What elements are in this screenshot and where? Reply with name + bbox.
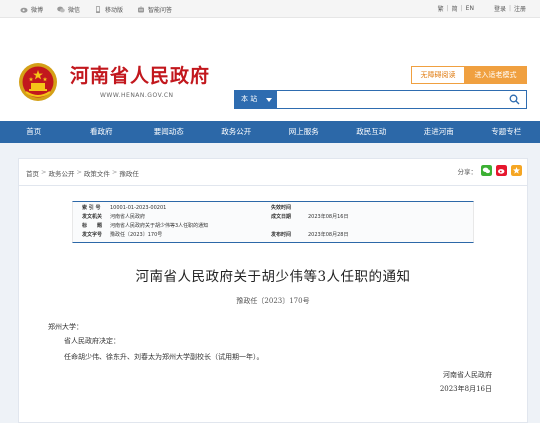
publish-time-label: 发布时间 <box>271 232 292 238</box>
weibo-link[interactable]: 微博 <box>20 5 43 14</box>
article-paragraph: 任命胡少伟、徐东升、刘春太为郑州大学副校长（试用期一年）。 <box>64 353 264 361</box>
lang-simplified[interactable]: 简 <box>452 4 458 13</box>
search-scope-label: 本 站 <box>241 95 258 103</box>
article-date: 2023年8月16日 <box>439 385 492 393</box>
publish-time-value: 2023年08月28日 <box>308 232 349 238</box>
divider: | <box>460 5 463 12</box>
search-input[interactable] <box>279 91 499 108</box>
elder-mode-button[interactable]: 进入适老模式 <box>464 66 527 84</box>
site-title[interactable]: 河南省人民政府 <box>70 61 210 88</box>
site-url: WWW.HENAN.GOV.CN <box>100 92 174 99</box>
nav-item-government[interactable]: 看政府 <box>68 121 136 143</box>
share-bar: 分享： <box>457 165 522 176</box>
index-label: 索 引 号 <box>82 205 101 211</box>
article-paragraph: 省人民政府决定： <box>64 337 120 345</box>
weibo-label: 微博 <box>31 7 44 14</box>
written-date-value: 2023年08月16日 <box>308 214 349 220</box>
robot-icon <box>138 6 145 13</box>
wechat-icon <box>57 6 65 13</box>
breadcrumb-separator: > <box>76 168 82 176</box>
issuer-label: 发文机关 <box>82 214 103 220</box>
search-bar: 本 站 <box>234 90 527 109</box>
table-row: 发文字号 豫政任〔2023〕170号 发布时间 2023年08月28日 <box>73 231 473 240</box>
search-scope-select[interactable]: 本 站 <box>235 91 277 108</box>
login-link[interactable]: 登录 <box>494 4 506 13</box>
lang-traditional[interactable]: 繁 <box>438 4 444 13</box>
document-metadata-table: 索 引 号 10001-01-2023-00201 失效时间 发文机关 河南省人… <box>72 201 474 243</box>
mobile-icon <box>96 6 101 13</box>
mobile-link[interactable]: 移动版 <box>94 5 123 14</box>
table-row: 索 引 号 10001-01-2023-00201 失效时间 <box>73 204 473 213</box>
top-links: 微博 微信 移动版 智能问答 <box>20 5 172 14</box>
breadcrumb: 首页 > 政务公开 > 政策文件 > 豫政任 <box>26 168 139 178</box>
nav-item-interaction[interactable]: 政民互动 <box>338 121 406 143</box>
accessible-reading-button[interactable]: 无障碍阅读 <box>411 66 465 84</box>
nav-item-disclosure[interactable]: 政务公开 <box>203 121 271 143</box>
lang-english[interactable]: EN <box>466 5 474 12</box>
share-label: 分享： <box>457 167 478 176</box>
top-utility-bar: 微博 微信 移动版 智能问答 繁 | 简 | EN 登录 | 注册 <box>0 0 540 18</box>
divider: | <box>508 5 511 12</box>
article-signature: 河南省人民政府 <box>443 371 492 379</box>
search-icon[interactable] <box>509 94 520 105</box>
wechat-share-icon[interactable] <box>481 165 492 176</box>
article-title: 河南省人民政府关于胡少伟等3人任职的通知 <box>135 269 411 285</box>
site-header: 河南省人民政府 WWW.HENAN.GOV.CN 无障碍阅读 进入适老模式 本 … <box>0 18 540 119</box>
smart-qa-link[interactable]: 智能问答 <box>137 5 172 14</box>
index-value: 10001-01-2023-00201 <box>110 205 167 211</box>
wechat-label: 微信 <box>68 7 81 14</box>
nav-item-home[interactable]: 首页 <box>0 121 68 143</box>
doc-number-label: 发文字号 <box>82 232 103 238</box>
written-date-label: 成文日期 <box>271 214 292 220</box>
doc-number-value: 豫政任〔2023〕170号 <box>110 232 163 238</box>
breadcrumb-home[interactable]: 首页 <box>26 168 39 178</box>
qzone-share-icon[interactable] <box>511 165 522 176</box>
nav-item-online-services[interactable]: 网上服务 <box>270 121 338 143</box>
smart-qa-label: 智能问答 <box>148 7 173 14</box>
table-row: 标 题 河南省人民政府关于胡少伟等3人任职的通知 <box>73 222 473 231</box>
title-label: 标 题 <box>82 223 103 229</box>
breadcrumb-current[interactable]: 豫政任 <box>119 168 139 178</box>
breadcrumb-policy[interactable]: 政策文件 <box>84 168 110 178</box>
breadcrumb-separator: > <box>41 168 47 176</box>
register-link[interactable]: 注册 <box>514 4 526 13</box>
weibo-icon <box>20 7 28 13</box>
article-recipient: 郑州大学： <box>48 323 83 331</box>
nav-item-special-topics[interactable]: 专题专栏 <box>473 121 540 143</box>
main-nav: 首页 看政府 要闻动态 政务公开 网上服务 政民互动 走进河南 专题专栏 <box>0 121 540 143</box>
divider: | <box>446 5 449 12</box>
nav-item-about-henan[interactable]: 走进河南 <box>405 121 473 143</box>
table-row: 发文机关 河南省人民政府 成文日期 2023年08月16日 <box>73 213 473 222</box>
top-right-links: 繁 | 简 | EN 登录 | 注册 <box>438 4 526 13</box>
breadcrumb-separator: > <box>111 168 118 176</box>
validity-value <box>304 204 404 213</box>
article-doc-number: 豫政任〔2023〕170号 <box>236 297 310 305</box>
wechat-link[interactable]: 微信 <box>57 5 80 14</box>
national-emblem-icon[interactable] <box>18 62 58 102</box>
breadcrumb-disclosure[interactable]: 政务公开 <box>48 168 74 178</box>
breadcrumb-bar: 首页 > 政务公开 > 政策文件 > 豫政任 分享： <box>19 159 527 186</box>
nav-item-news[interactable]: 要闻动态 <box>135 121 203 143</box>
article-panel: 首页 > 政务公开 > 政策文件 > 豫政任 分享： 索 引 号 10001-0… <box>18 158 528 423</box>
validity-label: 失效时间 <box>271 205 292 211</box>
mobile-label: 移动版 <box>105 7 124 14</box>
issuer-value: 河南省人民政府 <box>110 214 146 220</box>
chevron-down-icon <box>266 98 272 102</box>
weibo-share-icon[interactable] <box>496 165 507 176</box>
title-value: 河南省人民政府关于胡少伟等3人任职的通知 <box>110 223 209 229</box>
